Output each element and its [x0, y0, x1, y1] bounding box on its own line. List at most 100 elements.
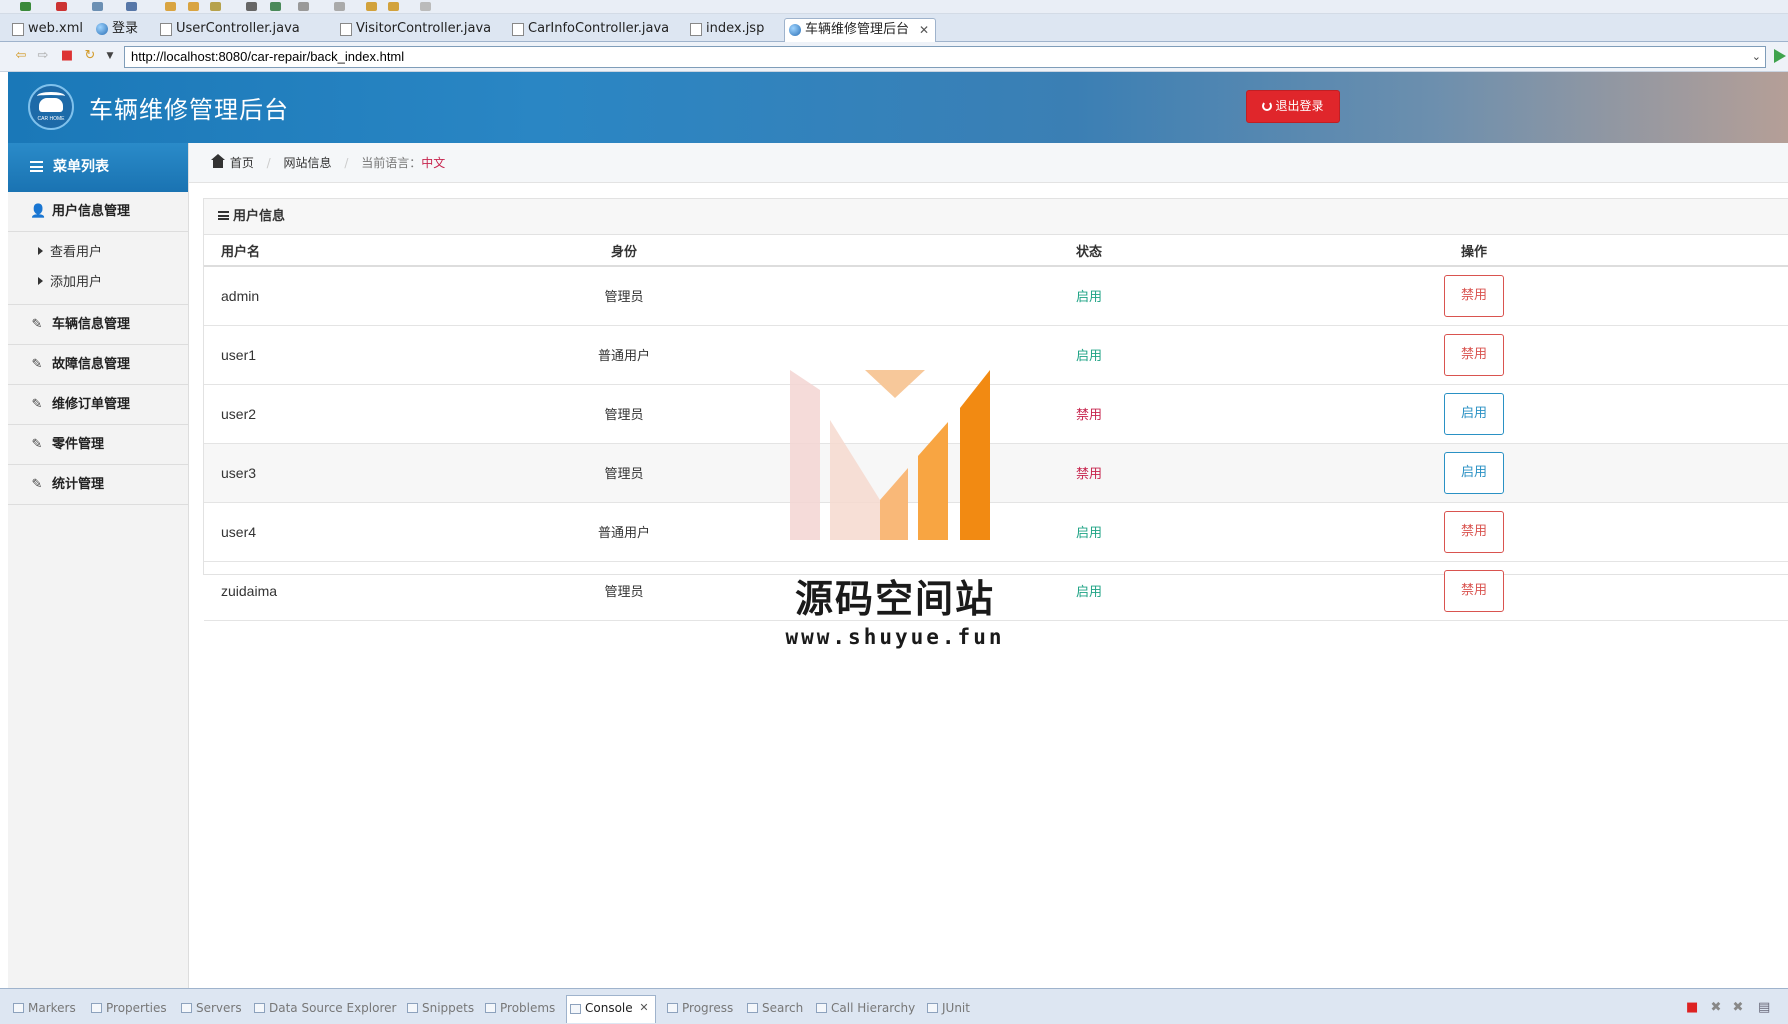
cell-role: 管理员: [574, 561, 674, 621]
browser-toolbar: ⇦ ⇨ ■ ↻ ▼ http://localhost:8080/car-repa…: [0, 42, 1788, 72]
view-tab-search[interactable]: Search: [744, 999, 803, 1017]
cell-spacer: [1144, 325, 1414, 385]
sidebar-item-parts-management[interactable]: ✎ 零件管理: [8, 425, 188, 465]
progress-icon: [667, 1003, 678, 1013]
view-tab-snippets[interactable]: Snippets: [404, 999, 474, 1017]
cell-action: 禁用: [1414, 266, 1534, 326]
edit-icon: ✎: [31, 397, 43, 412]
globe-icon: [789, 24, 801, 36]
view-tab-label: Search: [762, 1001, 804, 1015]
cell-spacer: [674, 443, 1034, 503]
sidebar-item-user-management[interactable]: 👤 用户信息管理: [8, 192, 188, 232]
cell-spacer: [1144, 443, 1414, 503]
stop-icon[interactable]: ■: [59, 48, 75, 64]
editor-tab-usercontroller[interactable]: UserController.java: [156, 18, 300, 42]
toolbar-icon[interactable]: [366, 2, 377, 11]
caret-right-icon: [38, 277, 43, 285]
cell-action: 禁用: [1414, 502, 1534, 562]
breadcrumb-site-info[interactable]: 网站信息: [284, 156, 332, 170]
chevron-down-icon[interactable]: ⌄: [1752, 47, 1761, 67]
cell-status: 启用: [1034, 561, 1144, 621]
disable-button[interactable]: 禁用: [1444, 274, 1504, 317]
problems-icon: [485, 1003, 496, 1013]
toolbar-icon[interactable]: [20, 2, 31, 11]
url-input[interactable]: http://localhost:8080/car-repair/back_in…: [124, 46, 1766, 68]
cell-action: 启用: [1414, 384, 1534, 444]
cell-spacer: [1534, 443, 1788, 503]
sidebar-item-vehicle-management[interactable]: ✎ 车辆信息管理: [8, 305, 188, 345]
view-tab-label: JUnit: [942, 1001, 970, 1015]
toolbar-icon[interactable]: [165, 2, 176, 11]
cell-status: 启用: [1034, 266, 1144, 326]
enable-button[interactable]: 启用: [1444, 392, 1504, 435]
close-icon[interactable]: ✕: [639, 996, 648, 1020]
sidebar-subitem-add-user[interactable]: 添加用户: [8, 268, 188, 298]
toolbar-icon[interactable]: [270, 2, 281, 11]
editor-tab-web-xml[interactable]: web.xml: [8, 18, 83, 42]
view-tab-data-source-explorer[interactable]: Data Source Explorer: [251, 999, 396, 1017]
call-hierarchy-icon: [816, 1003, 827, 1013]
view-tab-properties[interactable]: Properties: [88, 999, 167, 1017]
sidebar-item-label: 车辆信息管理: [52, 317, 131, 332]
cell-username: zuidaima: [204, 561, 574, 621]
sidebar-item-repair-order-management[interactable]: ✎ 维修订单管理: [8, 385, 188, 425]
disable-button[interactable]: 禁用: [1444, 569, 1504, 612]
sidebar-subitem-label: 添加用户: [50, 275, 103, 290]
toolbar-icon[interactable]: [210, 2, 221, 11]
sidebar-item-fault-management[interactable]: ✎ 故障信息管理: [8, 345, 188, 385]
cell-role: 管理员: [574, 266, 674, 326]
toolbar-icon[interactable]: [298, 2, 309, 11]
remove-launch-icon[interactable]: ✖: [1710, 1001, 1722, 1014]
column-spacer: [1144, 235, 1414, 267]
sidebar-subitem-view-users[interactable]: 查看用户: [8, 238, 188, 268]
cell-spacer: [1144, 266, 1414, 326]
cell-username: user2: [204, 384, 574, 444]
editor-tab-visitorcontroller[interactable]: VisitorController.java: [336, 18, 491, 42]
toolbar-icon[interactable]: [126, 2, 137, 11]
toolbar-icon[interactable]: [56, 2, 67, 11]
view-tab-console[interactable]: Console ✕: [566, 995, 656, 1023]
editor-tab-admin-page[interactable]: 车辆维修管理后台 ✕: [784, 18, 937, 42]
editor-tab-carinfocontroller[interactable]: CarInfoController.java: [508, 18, 669, 42]
logout-button[interactable]: 退出登录: [1246, 90, 1340, 123]
view-tab-problems[interactable]: Problems: [482, 999, 555, 1017]
editor-tab-index-jsp[interactable]: index.jsp: [686, 18, 764, 42]
terminate-icon[interactable]: ■: [1686, 1001, 1698, 1014]
column-header-status: 状态: [1034, 235, 1144, 267]
pin-console-icon[interactable]: ▤: [1758, 1001, 1770, 1014]
view-tab-servers[interactable]: Servers: [178, 999, 242, 1017]
toolbar-icon[interactable]: [388, 2, 399, 11]
back-arrow-icon[interactable]: ⇦: [13, 48, 29, 64]
refresh-icon[interactable]: ↻: [82, 48, 98, 64]
toolbar-icon[interactable]: [188, 2, 199, 11]
cell-spacer: [1534, 266, 1788, 326]
go-icon[interactable]: [1774, 49, 1786, 63]
logo-car: [39, 98, 63, 112]
toolbar-icon[interactable]: [92, 2, 103, 11]
table-row: admin 管理员 启用 禁用: [204, 266, 1788, 326]
breadcrumb-home[interactable]: 首页: [230, 156, 254, 170]
disable-button[interactable]: 禁用: [1444, 510, 1504, 553]
editor-tabs: web.xml 登录 UserController.java VisitorCo…: [0, 14, 1788, 42]
view-tab-progress[interactable]: Progress: [664, 999, 733, 1017]
remove-all-icon[interactable]: ✖: [1732, 1001, 1744, 1014]
enable-button[interactable]: 启用: [1444, 451, 1504, 494]
editor-tab-label: index.jsp: [706, 21, 765, 36]
editor-tab-login[interactable]: 登录: [92, 18, 138, 42]
view-tab-markers[interactable]: Markers: [10, 999, 76, 1017]
view-tab-call-hierarchy[interactable]: Call Hierarchy: [813, 999, 915, 1017]
cell-username: user4: [204, 502, 574, 562]
toolbar-icon[interactable]: [246, 2, 257, 11]
close-icon[interactable]: ✕: [919, 19, 929, 41]
disable-button[interactable]: 禁用: [1444, 333, 1504, 376]
globe-icon: [96, 23, 108, 35]
sidebar-item-statistics-management[interactable]: ✎ 统计管理: [8, 465, 188, 505]
forward-arrow-icon[interactable]: ⇨: [35, 48, 51, 64]
toolbar-icon[interactable]: [334, 2, 345, 11]
sidebar-item-label: 零件管理: [52, 437, 105, 452]
edit-icon: ✎: [31, 437, 43, 452]
main-content: 首页 / 网站信息 / 当前语言：中文 用户信息 用户名 身份 状态 操作 ad…: [189, 143, 1788, 988]
view-tab-junit[interactable]: JUnit: [924, 999, 970, 1017]
toolbar-icon[interactable]: [420, 2, 431, 11]
chevron-down-icon[interactable]: ▼: [102, 48, 118, 64]
